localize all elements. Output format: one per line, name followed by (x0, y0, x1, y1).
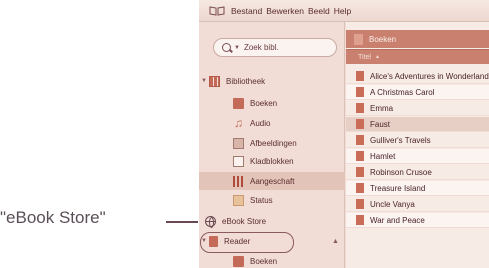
book-title: Hamlet (370, 151, 396, 161)
sort-ascending-icon: ▲ (374, 54, 380, 60)
sidebar-item-books[interactable]: Boeken (199, 94, 345, 112)
book-title: Alice's Adventures in Wonderland (370, 71, 489, 81)
column-header-title[interactable]: Titel ▲ (346, 49, 489, 64)
panel-title: Boeken (369, 34, 397, 44)
book-icon (356, 167, 364, 177)
book-title: Emma (370, 103, 394, 113)
table-row[interactable]: Robinson Crusoe (346, 165, 489, 180)
menu-bestand[interactable]: Bestand (231, 6, 262, 16)
book-list-panel: Boeken Titel ▲ Alice's Adventures in Won… (346, 22, 489, 268)
book-icon (356, 151, 364, 161)
book-title: Faust (370, 119, 391, 129)
menu-bar: Bestand Bewerken Beeld Help (199, 0, 489, 22)
sidebar-item-purchased[interactable]: Aangeschaft (199, 172, 345, 190)
menu-help[interactable]: Help (334, 6, 351, 16)
music-note-icon: ♫ (234, 115, 243, 130)
sidebar-item-label: Status (250, 195, 273, 205)
disclosure-triangle-icon[interactable]: ▼ (199, 238, 209, 244)
menu-beeld[interactable]: Beeld (308, 6, 330, 16)
sidebar-item-reader-books[interactable]: Boeken (199, 252, 345, 268)
table-row[interactable]: Uncle Vanya (346, 197, 489, 212)
sidebar-item-ebook-store[interactable]: eBook Store (199, 212, 345, 230)
library-icon (209, 75, 220, 87)
book-icon (356, 103, 364, 113)
globe-icon (205, 215, 216, 228)
books-stack-icon (233, 175, 244, 187)
sidebar-item-label: Reader (224, 236, 251, 246)
sidebar-item-label: Boeken (250, 98, 278, 108)
sidebar-item-label: Bibliotheek (226, 76, 266, 86)
search-icon (222, 43, 231, 52)
sidebar-item-audio[interactable]: ♫ Audio (199, 114, 345, 132)
table-row[interactable]: Emma (346, 101, 489, 116)
sidebar-item-label: Aangeschaft (250, 176, 295, 186)
table-row[interactable]: Gulliver's Travels (346, 133, 489, 148)
book-icon (356, 87, 364, 97)
image-icon (233, 137, 244, 149)
sidebar-item-library[interactable]: ▼ Bibliotheek (199, 72, 345, 90)
table-row[interactable]: A Christmas Carol (346, 85, 489, 100)
sidebar-item-status[interactable]: Status (199, 191, 345, 209)
book-icon (356, 183, 364, 193)
info-icon (233, 194, 244, 206)
callout-line (166, 221, 198, 223)
table-row[interactable]: Hamlet (346, 149, 489, 164)
library-window: Bestand Bewerken Beeld Help ▼ Zoek bibl.… (199, 0, 489, 268)
book-icon (233, 255, 244, 267)
book-icon (233, 97, 244, 109)
book-title: Uncle Vanya (370, 199, 415, 209)
sidebar-item-label: Afbeeldingen (250, 138, 297, 148)
book-icon (356, 119, 364, 129)
disclosure-triangle-icon[interactable]: ▼ (199, 78, 209, 84)
sidebar-item-label: Audio (250, 118, 271, 128)
book-title: Robinson Crusoe (370, 167, 432, 177)
book-title: Gulliver's Travels (370, 135, 431, 145)
book-icon (356, 135, 364, 145)
table-row[interactable]: Alice's Adventures in Wonderland (346, 69, 489, 84)
sidebar-item-images[interactable]: Afbeeldingen (199, 134, 345, 152)
sidebar-item-label: Boeken (250, 256, 278, 266)
table-row[interactable]: War and Peace (346, 213, 489, 228)
book-title: Treasure Island (370, 183, 426, 193)
column-header-label: Titel (358, 53, 371, 61)
search-placeholder: Zoek bibl. (243, 43, 279, 52)
book-icon (354, 33, 363, 45)
eject-icon[interactable]: ▲ (332, 238, 339, 245)
table-row[interactable]: Treasure Island (346, 181, 489, 196)
book-icon (356, 71, 364, 81)
callout-label: "eBook Store" (0, 208, 106, 227)
sidebar-item-label: eBook Store (222, 216, 267, 226)
sidebar-item-label: Kladblokken (250, 156, 294, 166)
book-icon (356, 199, 364, 209)
panel-title-bar: Boeken (346, 30, 489, 48)
chevron-down-icon[interactable]: ▼ (234, 45, 240, 51)
table-row[interactable]: Faust (346, 117, 489, 132)
sidebar: ▼ Zoek bibl. ▼ Bibliotheek Boeken ♫ Audi… (199, 22, 345, 268)
book-title: War and Peace (370, 215, 425, 225)
reader-device-icon (209, 235, 218, 247)
sidebar-item-notebooks[interactable]: Kladblokken (199, 152, 345, 170)
sidebar-item-reader[interactable]: ▼ Reader ▲ (199, 232, 345, 250)
book-title: A Christmas Carol (370, 87, 435, 97)
search-input[interactable]: ▼ Zoek bibl. (213, 38, 337, 57)
open-book-icon (209, 5, 225, 16)
book-icon (356, 215, 364, 225)
notebook-icon (233, 155, 244, 167)
menu-bewerken[interactable]: Bewerken (266, 6, 304, 16)
